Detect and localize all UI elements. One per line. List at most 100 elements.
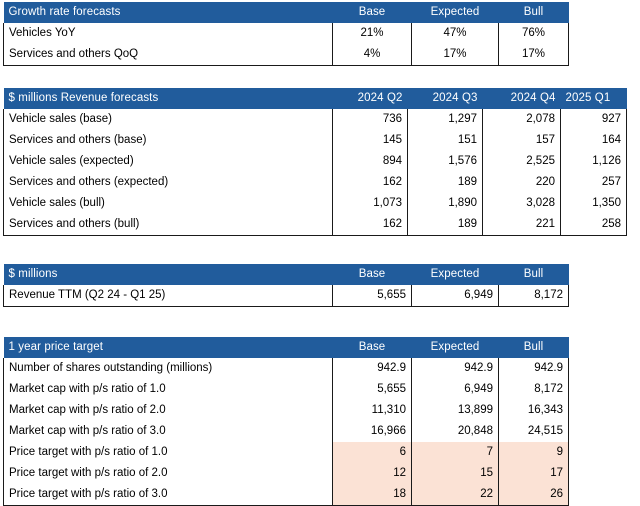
row-label: Price target with p/s ratio of 2.0 <box>3 463 333 484</box>
cell-value: 1,297 <box>407 109 483 130</box>
table-revenue-title: $ millions Revenue forecasts <box>3 88 333 109</box>
cell-value: 1,350 <box>560 193 627 214</box>
table-row: Vehicles YoY 21% 47% 76% <box>3 23 569 44</box>
table-row: Price target with p/s ratio of 2.0 12 15… <box>3 463 569 484</box>
spreadsheet-canvas: Growth rate forecasts Base Expected Bull… <box>0 0 640 506</box>
table-ttm-title: $ millions <box>3 264 333 285</box>
table-row: Services and others (bull) 162 189 221 2… <box>3 214 627 236</box>
cell-value: 3,028 <box>482 193 561 214</box>
table-row: Revenue TTM (Q2 24 - Q1 25) 5,655 6,949 … <box>3 285 569 307</box>
cell-value: 17% <box>498 44 569 66</box>
cell-value: 16,966 <box>332 421 412 442</box>
row-label: Services and others (expected) <box>3 172 333 193</box>
cell-value: 257 <box>560 172 627 193</box>
cell-value-highlighted: 22 <box>411 484 499 506</box>
cell-value: 1,576 <box>407 151 483 172</box>
cell-value: 1,126 <box>560 151 627 172</box>
table-growth-col-bull: Bull <box>498 2 569 23</box>
row-label: Market cap with p/s ratio of 2.0 <box>3 400 333 421</box>
cell-value: 8,172 <box>498 285 569 307</box>
cell-value-highlighted: 17 <box>498 463 569 484</box>
table-target-header-row: 1 year price target Base Expected Bull <box>3 337 569 358</box>
table-revenue-body: Vehicle sales (base) 736 1,297 2,078 927… <box>3 109 627 236</box>
row-label: Services and others QoQ <box>3 44 333 66</box>
table-revenue-col-2024q4: 2024 Q4 <box>482 88 561 109</box>
table-target-title: 1 year price target <box>3 337 333 358</box>
table-revenue-col-2024q2: 2024 Q2 <box>332 88 408 109</box>
table-row: Price target with p/s ratio of 3.0 18 22… <box>3 484 569 506</box>
cell-value: 76% <box>498 23 569 44</box>
table-row: Vehicle sales (base) 736 1,297 2,078 927 <box>3 109 627 130</box>
table-row: Market cap with p/s ratio of 2.0 11,310 … <box>3 400 569 421</box>
cell-value: 736 <box>332 109 408 130</box>
cell-value: 151 <box>407 130 483 151</box>
table-ttm-body: Revenue TTM (Q2 24 - Q1 25) 5,655 6,949 … <box>3 285 569 307</box>
cell-value-highlighted: 12 <box>332 463 412 484</box>
cell-value: 24,515 <box>498 421 569 442</box>
cell-value: 942.9 <box>498 358 569 379</box>
cell-value: 189 <box>407 172 483 193</box>
cell-value: 220 <box>482 172 561 193</box>
table-growth-title: Growth rate forecasts <box>3 2 333 23</box>
row-label: Services and others (bull) <box>3 214 333 236</box>
cell-value: 4% <box>332 44 412 66</box>
cell-value-highlighted: 7 <box>411 442 499 463</box>
row-label: Vehicle sales (expected) <box>3 151 333 172</box>
row-label: Price target with p/s ratio of 3.0 <box>3 484 333 506</box>
table-row: Vehicle sales (expected) 894 1,576 2,525… <box>3 151 627 172</box>
row-label: Vehicles YoY <box>3 23 333 44</box>
cell-value: 17% <box>411 44 499 66</box>
table-row: Services and others QoQ 4% 17% 17% <box>3 44 569 66</box>
row-label: Revenue TTM (Q2 24 - Q1 25) <box>3 285 333 307</box>
cell-value: 162 <box>332 172 408 193</box>
table-row: Market cap with p/s ratio of 1.0 5,655 6… <box>3 379 569 400</box>
cell-value: 927 <box>560 109 627 130</box>
cell-value: 6,949 <box>411 379 499 400</box>
cell-value-highlighted: 18 <box>332 484 412 506</box>
cell-value: 2,078 <box>482 109 561 130</box>
table-revenue-header-row: $ millions Revenue forecasts 2024 Q2 202… <box>3 88 627 109</box>
cell-value: 8,172 <box>498 379 569 400</box>
table-target-body: Number of shares outstanding (millions) … <box>3 358 569 506</box>
cell-value: 1,073 <box>332 193 408 214</box>
table-price-target: 1 year price target Base Expected Bull N… <box>3 337 569 506</box>
row-label: Price target with p/s ratio of 1.0 <box>3 442 333 463</box>
cell-value: 164 <box>560 130 627 151</box>
cell-value: 189 <box>407 214 483 236</box>
table-row: Price target with p/s ratio of 1.0 6 7 9 <box>3 442 569 463</box>
cell-value-highlighted: 26 <box>498 484 569 506</box>
cell-value: 11,310 <box>332 400 412 421</box>
table-growth-col-base: Base <box>332 2 412 23</box>
table-growth-col-expected: Expected <box>411 2 499 23</box>
cell-value: 16,343 <box>498 400 569 421</box>
row-label: Market cap with p/s ratio of 1.0 <box>3 379 333 400</box>
cell-value: 6,949 <box>411 285 499 307</box>
cell-value: 47% <box>411 23 499 44</box>
cell-value: 258 <box>560 214 627 236</box>
row-label: Services and others (base) <box>3 130 333 151</box>
table-growth-body: Vehicles YoY 21% 47% 76% Services and ot… <box>3 23 569 66</box>
cell-value-highlighted: 15 <box>411 463 499 484</box>
cell-value: 221 <box>482 214 561 236</box>
table-target-col-bull: Bull <box>498 337 569 358</box>
table-growth-header-row: Growth rate forecasts Base Expected Bull <box>3 2 569 23</box>
cell-value-highlighted: 6 <box>332 442 412 463</box>
table-row: Services and others (base) 145 151 157 1… <box>3 130 627 151</box>
cell-value: 20,848 <box>411 421 499 442</box>
row-label: Vehicle sales (base) <box>3 109 333 130</box>
table-ttm-col-expected: Expected <box>411 264 499 285</box>
table-revenue-forecasts: $ millions Revenue forecasts 2024 Q2 202… <box>3 88 627 236</box>
table-row: Vehicle sales (bull) 1,073 1,890 3,028 1… <box>3 193 627 214</box>
table-row: Services and others (expected) 162 189 2… <box>3 172 627 193</box>
cell-value: 894 <box>332 151 408 172</box>
table-ttm-col-base: Base <box>332 264 412 285</box>
cell-value: 5,655 <box>332 285 412 307</box>
table-revenue-col-2024q3: 2024 Q3 <box>407 88 483 109</box>
cell-value: 942.9 <box>332 358 412 379</box>
table-growth-rate-forecasts: Growth rate forecasts Base Expected Bull… <box>3 2 569 66</box>
cell-value: 162 <box>332 214 408 236</box>
row-label: Number of shares outstanding (millions) <box>3 358 333 379</box>
cell-value: 2,525 <box>482 151 561 172</box>
table-target-col-expected: Expected <box>411 337 499 358</box>
cell-value: 13,899 <box>411 400 499 421</box>
